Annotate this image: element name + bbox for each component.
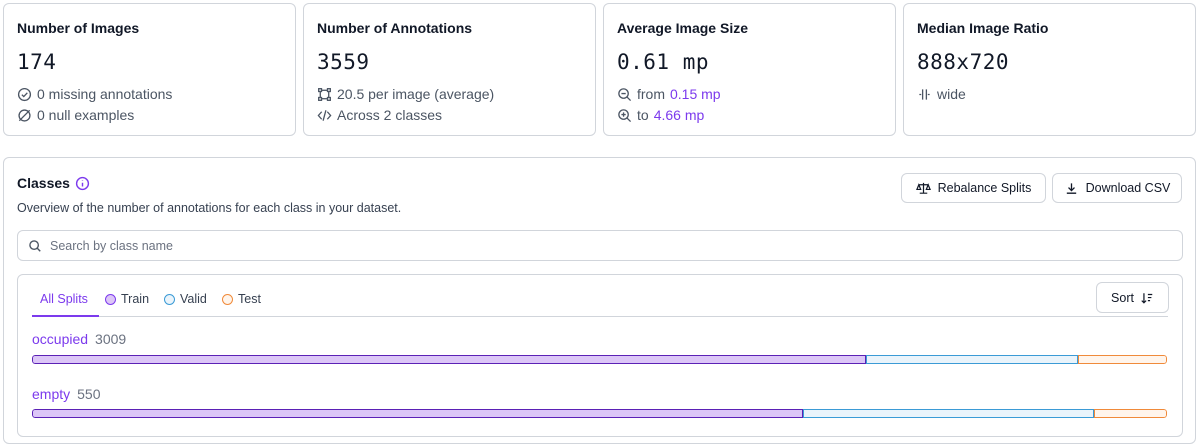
tab-label: Valid: [180, 292, 207, 306]
stat-detail: to 4.66 mp: [617, 107, 704, 123]
class-split-bar: [32, 409, 1167, 418]
code-icon: [317, 109, 332, 121]
search-icon: [29, 239, 41, 252]
tab-label: All Splits: [40, 292, 88, 306]
active-tab-indicator: [32, 315, 99, 317]
classes-count-text: Across 2 classes: [337, 107, 443, 123]
size-max-value: 4.66 mp: [653, 107, 705, 123]
size-min-value: 0.15 mp: [670, 86, 721, 102]
null-set-icon: [18, 108, 31, 122]
classes-title: Classes: [17, 175, 70, 191]
sort-icon: [1141, 292, 1153, 304]
valid-dot-icon: [164, 293, 175, 305]
tab-all-splits[interactable]: All Splits: [40, 292, 88, 306]
classes-panel: Classes Overview of the number of annota…: [3, 157, 1196, 444]
stat-card-images: Number of Images 174 0 missing annotatio…: [3, 3, 296, 136]
class-search-box[interactable]: [17, 230, 1183, 261]
stat-title: Number of Annotations: [317, 20, 473, 36]
tab-label: Train: [121, 292, 150, 306]
stat-value: 888x720: [917, 50, 1010, 74]
classes-subtitle: Overview of the number of annotations fo…: [17, 201, 402, 215]
valid-segment: [866, 355, 1079, 364]
missing-annotations-text: 0 missing annotations: [37, 86, 173, 102]
info-icon[interactable]: [75, 176, 90, 191]
class-name[interactable]: occupied: [32, 331, 88, 347]
stat-detail: Across 2 classes: [317, 107, 442, 123]
scale-icon: [915, 182, 931, 194]
size-max-prefix: to: [637, 107, 649, 123]
stat-card-annotations: Number of Annotations 3559 20.5 per imag…: [303, 3, 596, 136]
stat-title: Median Image Ratio: [917, 20, 1049, 36]
train-segment: [32, 355, 867, 364]
tab-test[interactable]: Test: [222, 292, 261, 306]
tab-valid[interactable]: Valid: [164, 292, 207, 306]
test-segment: [1094, 409, 1167, 418]
zoom-in-icon: [618, 108, 632, 122]
rebalance-splits-button[interactable]: Rebalance Splits: [901, 173, 1046, 203]
null-examples-text: 0 null examples: [37, 107, 135, 123]
size-min-prefix: from: [637, 86, 665, 102]
stat-value: 174: [17, 50, 57, 74]
tab-label: Test: [238, 292, 261, 306]
stat-card-image-size: Average Image Size 0.61 mp from 0.15 mp …: [603, 3, 896, 136]
sort-button[interactable]: Sort: [1096, 282, 1169, 313]
stat-detail: from 0.15 mp: [617, 86, 721, 102]
ratio-description: wide: [937, 86, 966, 102]
stat-detail: 0 null examples: [17, 107, 134, 123]
download-icon: [1066, 182, 1076, 194]
class-count: 550: [77, 386, 101, 402]
stat-detail: 20.5 per image (average): [317, 86, 494, 102]
stat-title: Number of Images: [17, 20, 140, 36]
class-name[interactable]: empty: [32, 386, 70, 402]
train-segment: [32, 409, 803, 418]
stat-title: Average Image Size: [617, 20, 748, 36]
class-row-label: empty 550: [32, 386, 100, 402]
check-circle-icon: [17, 87, 32, 101]
per-image-text: 20.5 per image (average): [337, 86, 495, 102]
test-dot-icon: [222, 293, 233, 305]
download-label: Download CSV: [1085, 181, 1171, 195]
classes-heading: Classes: [17, 175, 90, 191]
stat-detail: 0 missing annotations: [17, 86, 172, 102]
class-row-label: occupied 3009: [32, 331, 126, 347]
class-split-bar: [32, 355, 1167, 364]
split-tabs: All Splits Train Valid Test: [32, 275, 1168, 317]
stat-card-image-ratio: Median Image Ratio 888x720 wide: [903, 3, 1196, 136]
ratio-wide-icon: [919, 88, 930, 100]
stat-value: 0.61 mp: [617, 50, 710, 74]
download-csv-button[interactable]: Download CSV: [1052, 173, 1182, 203]
stat-value: 3559: [317, 50, 370, 74]
class-search-input[interactable]: [50, 238, 1150, 253]
class-count: 3009: [95, 331, 127, 347]
class-distribution-panel: All Splits Train Valid Test Sort occupie…: [17, 274, 1183, 437]
train-dot-icon: [105, 293, 116, 305]
zoom-out-icon: [618, 87, 632, 101]
tab-train[interactable]: Train: [105, 292, 149, 306]
test-segment: [1078, 355, 1167, 364]
valid-segment: [802, 409, 1095, 418]
sort-label: Sort: [1111, 290, 1134, 305]
stat-detail: wide: [917, 86, 966, 102]
bounding-box-icon: [318, 87, 331, 101]
rebalance-label: Rebalance Splits: [937, 181, 1032, 195]
